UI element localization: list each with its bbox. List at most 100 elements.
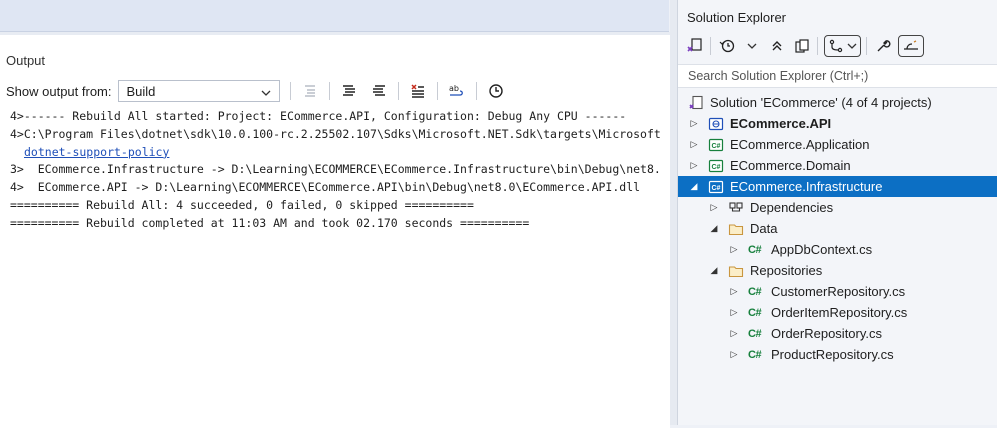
toggle-word-wrap-button[interactable]: ab <box>446 80 468 102</box>
solution-explorer-panel: Solution Explorer Search Solution Explor… <box>677 0 997 425</box>
tree-item-label: ECommerce.Infrastructure <box>730 179 883 194</box>
tree-item-label: ECommerce.Application <box>730 137 870 152</box>
collapse-arrow-icon[interactable]: ◢ <box>708 265 720 277</box>
output-panel-title: Output <box>6 53 46 68</box>
tree-item-orderrepository[interactable]: ▷ C# OrderRepository.cs <box>678 323 997 344</box>
tree-item-repositories-folder[interactable]: ◢ Repositories <box>678 260 997 281</box>
expand-arrow-icon[interactable]: ▷ <box>728 244 740 256</box>
toolbar-separator <box>436 82 438 100</box>
tree-item-ecommerce-api[interactable]: ▷ ECommerce.API <box>678 113 997 134</box>
folder-icon <box>728 221 744 237</box>
toolbar-separator <box>289 82 291 100</box>
toolbar-separator <box>710 37 711 55</box>
csharp-file-icon: C# <box>748 243 762 256</box>
tree-item-ecommerce-domain[interactable]: ▷ C# ECommerce.Domain <box>678 155 997 176</box>
show-all-files-button[interactable] <box>792 35 812 57</box>
output-line: ========== Rebuild All: 4 succeeded, 0 f… <box>10 197 474 212</box>
clock-icon <box>488 84 503 98</box>
switch-views-icon <box>687 38 702 52</box>
clear-all-button[interactable] <box>407 80 429 102</box>
tree-item-label: CustomerRepository.cs <box>771 284 906 299</box>
panel-splitter[interactable] <box>670 0 677 425</box>
output-text: 4>------ Rebuild All started: Project: E… <box>10 108 661 233</box>
expand-arrow-icon[interactable]: ▷ <box>728 307 740 319</box>
solution-explorer-toolbar <box>685 33 929 59</box>
sync-with-active-document-button[interactable] <box>824 35 861 57</box>
go-to-previous-message-button[interactable] <box>299 80 321 102</box>
tree-item-label: ProductRepository.cs <box>771 347 894 362</box>
solution-explorer-search-input[interactable]: Search Solution Explorer (Ctrl+;) <box>678 64 997 88</box>
expand-arrow-icon[interactable]: ▷ <box>708 202 720 214</box>
expand-arrow-icon[interactable]: ▷ <box>688 118 700 130</box>
pending-changes-filter-button[interactable] <box>717 35 737 57</box>
align-right-lines-icon <box>372 85 385 96</box>
output-line: 4> ECommerce.API -> D:\Learning\ECOMMERC… <box>10 180 641 195</box>
dotnet-support-policy-link[interactable]: dotnet-support-policy <box>24 145 169 159</box>
output-line: 4>------ Rebuild All started: Project: E… <box>10 109 627 123</box>
chevron-down-icon <box>261 84 271 99</box>
tree-item-ecommerce-infrastructure[interactable]: ◢ C# ECommerce.Infrastructure <box>678 176 997 197</box>
csharp-file-icon: C# <box>748 327 762 340</box>
collapse-arrow-icon[interactable]: ◢ <box>688 181 700 193</box>
output-line: 3> ECommerce.Infrastructure -> D:\Learni… <box>10 162 661 177</box>
output-source-dropdown[interactable]: Build <box>117 80 280 102</box>
expand-arrow-icon[interactable]: ▷ <box>728 328 740 340</box>
dependencies-icon <box>728 200 744 216</box>
solution-explorer-title: Solution Explorer <box>687 10 786 25</box>
collapse-arrow-icon[interactable]: ◢ <box>708 223 720 235</box>
tree-item-label: ECommerce.API <box>730 116 832 131</box>
tree-item-solution[interactable]: Solution 'ECommerce' (4 of 4 projects) <box>678 92 997 113</box>
collapse-all-button[interactable] <box>767 35 787 57</box>
show-timestamps-button[interactable] <box>485 80 507 102</box>
previous-message-icon <box>304 85 315 97</box>
pending-changes-dropdown-button[interactable] <box>742 35 762 57</box>
copy-files-icon <box>795 39 809 53</box>
toolbar-separator <box>475 82 477 100</box>
toolbar-separator <box>817 37 818 55</box>
toolbar-separator <box>328 82 330 100</box>
top-tab-strip <box>0 0 669 32</box>
tree-item-label: OrderItemRepository.cs <box>771 305 908 320</box>
svg-text:C#: C# <box>712 164 721 171</box>
preview-selected-items-button[interactable] <box>898 35 924 57</box>
find-message-in-code-button[interactable] <box>368 80 390 102</box>
svg-text:C#: C# <box>712 143 721 150</box>
folder-icon <box>728 263 744 279</box>
wrench-icon <box>877 40 891 52</box>
go-to-next-message-button[interactable] <box>338 80 360 102</box>
expand-arrow-icon[interactable]: ▷ <box>688 160 700 172</box>
web-project-icon <box>708 116 724 132</box>
csharp-file-icon: C# <box>748 348 762 361</box>
csharp-project-icon: C# <box>708 179 724 195</box>
csharp-project-icon: C# <box>708 137 724 153</box>
csharp-file-icon: C# <box>748 306 762 319</box>
output-source-value: Build <box>126 83 156 99</box>
tree-item-appdbcontext[interactable]: ▷ C# AppDbContext.cs <box>678 239 997 260</box>
tree-item-dependencies[interactable]: ▷ Dependencies <box>678 197 997 218</box>
chevron-down-icon <box>847 43 857 49</box>
csharp-file-icon: C# <box>748 285 762 298</box>
tree-item-orderitemrepository[interactable]: ▷ C# OrderItemRepository.cs <box>678 302 997 323</box>
tree-item-label: ECommerce.Domain <box>730 158 851 173</box>
tree-item-productrepository[interactable]: ▷ C# ProductRepository.cs <box>678 344 997 365</box>
expand-arrow-icon[interactable]: ▷ <box>728 349 740 361</box>
expand-arrow-icon[interactable]: ▷ <box>688 139 700 151</box>
tree-item-label: Dependencies <box>750 200 834 215</box>
switch-views-button[interactable] <box>685 35 705 57</box>
chevron-down-icon <box>747 43 757 49</box>
branch-icon <box>829 39 843 53</box>
output-line: ========== Rebuild completed at 11:03 AM… <box>10 215 530 230</box>
history-icon <box>719 39 735 53</box>
tree-item-customerrepository[interactable]: ▷ C# CustomerRepository.cs <box>678 281 997 302</box>
align-left-lines-icon <box>342 85 355 96</box>
tree-item-label: AppDbContext.cs <box>771 242 873 257</box>
svg-text:ab: ab <box>449 84 459 93</box>
show-output-from-label: Show output from: <box>6 83 112 99</box>
expand-arrow-icon[interactable]: ▷ <box>728 286 740 298</box>
tree-item-ecommerce-application[interactable]: ▷ C# ECommerce.Application <box>678 134 997 155</box>
tree-item-data-folder[interactable]: ◢ Data <box>678 218 997 239</box>
properties-button[interactable] <box>873 35 893 57</box>
tree-item-label: OrderRepository.cs <box>771 326 883 341</box>
output-toolbar: Show output from: Build ab <box>6 79 515 103</box>
tree-item-label: Repositories <box>750 263 823 278</box>
